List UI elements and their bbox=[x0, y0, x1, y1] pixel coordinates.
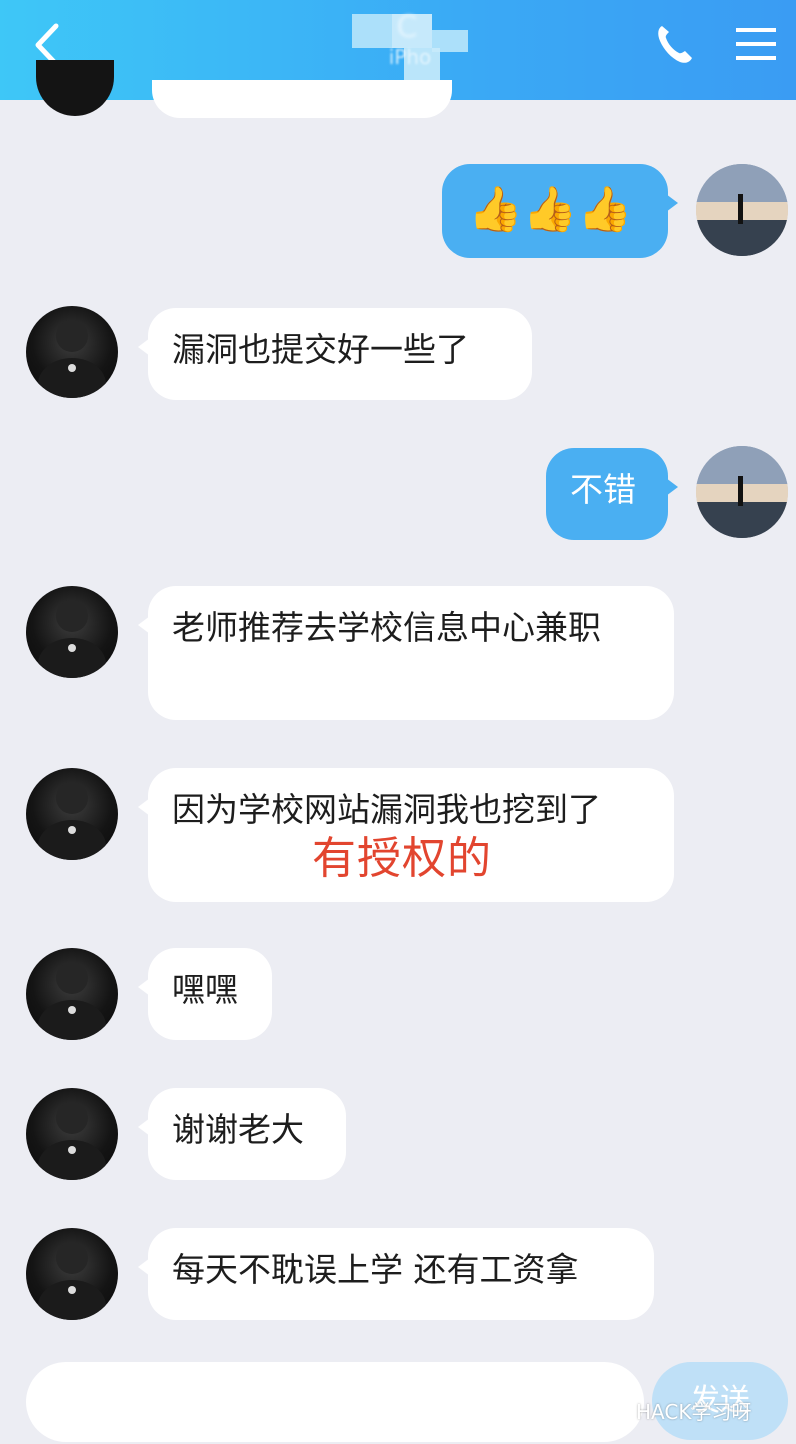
avatar-contact[interactable] bbox=[26, 586, 118, 678]
message-bubble bbox=[152, 80, 452, 118]
contact-name: C bbox=[396, 10, 424, 45]
avatar-contact[interactable] bbox=[36, 60, 114, 116]
message-bubble: 不错 bbox=[546, 448, 678, 540]
message-row: 漏洞也提交好一些了 bbox=[0, 306, 796, 406]
message-bubble: 谢谢老大 bbox=[138, 1088, 346, 1180]
profile-photo-icon bbox=[38, 782, 106, 860]
profile-photo-icon bbox=[38, 320, 106, 398]
annotation-overlay: 有授权的 bbox=[312, 833, 492, 884]
message-row: 👍👍👍 bbox=[0, 162, 796, 262]
profile-photo-icon bbox=[696, 446, 788, 538]
profile-photo-icon bbox=[696, 164, 788, 256]
avatar-contact[interactable] bbox=[26, 306, 118, 398]
avatar-self[interactable] bbox=[696, 164, 788, 256]
phone-icon bbox=[658, 26, 692, 63]
message-input[interactable] bbox=[26, 1362, 644, 1442]
avatar-self[interactable] bbox=[696, 446, 788, 538]
menu-button[interactable] bbox=[734, 22, 778, 66]
message-bubble: 每天不耽误上学 还有工资拿 bbox=[138, 1228, 654, 1320]
message-row: 不错 bbox=[0, 446, 796, 546]
avatar-contact[interactable] bbox=[26, 768, 118, 860]
message-bubble: 嘿嘿 bbox=[138, 948, 272, 1040]
watermark: HACK学习呀 bbox=[636, 1400, 752, 1424]
profile-photo-icon bbox=[38, 962, 106, 1040]
message-bubble: 漏洞也提交好一些了 bbox=[138, 308, 532, 400]
profile-photo-icon bbox=[38, 1242, 106, 1320]
message-bubble: 👍👍👍 bbox=[442, 164, 678, 258]
avatar-contact[interactable] bbox=[26, 1228, 118, 1320]
message-row: 谢谢老大 bbox=[0, 1088, 796, 1188]
message-row: 老师推荐去学校信息中心兼职 bbox=[0, 586, 796, 726]
call-button[interactable] bbox=[654, 22, 694, 66]
hamburger-menu-icon bbox=[736, 28, 776, 60]
message-list[interactable]: 👍👍👍 漏洞也提交好一些了 不错 老师推荐去学校信息中心兼职 因为学校网站漏洞我… bbox=[0, 60, 796, 1350]
avatar-contact[interactable] bbox=[26, 1088, 118, 1180]
profile-photo-icon bbox=[38, 1102, 106, 1180]
avatar-contact[interactable] bbox=[26, 948, 118, 1040]
contact-title[interactable]: C iPho bbox=[300, 10, 520, 90]
profile-photo-icon bbox=[38, 600, 106, 678]
message-row: 嘿嘿 bbox=[0, 948, 796, 1048]
device-status: iPho bbox=[388, 45, 432, 69]
message-row: 每天不耽误上学 还有工资拿 bbox=[0, 1228, 796, 1328]
message-bubble: 老师推荐去学校信息中心兼职 bbox=[138, 586, 674, 720]
